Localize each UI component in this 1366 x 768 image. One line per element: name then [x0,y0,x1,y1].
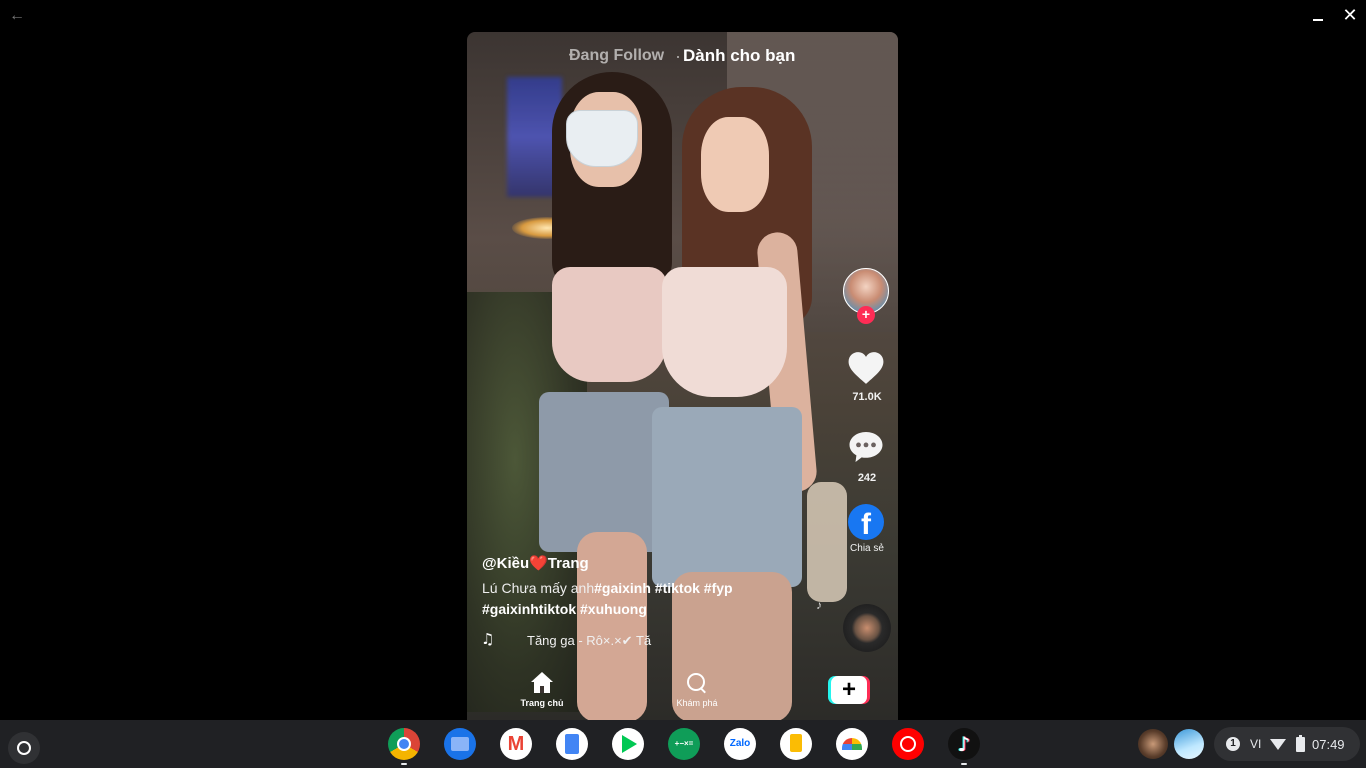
video-figure-right-top [662,267,787,397]
create-button[interactable]: + [828,676,870,704]
wifi-icon [1270,739,1286,750]
youtube-music-icon[interactable] [892,728,924,760]
minimize-icon[interactable] [1309,8,1327,26]
search-icon [686,672,708,694]
video-figure-left-shorts [539,392,669,552]
tab-for-you[interactable]: Dành cho bạn [683,46,795,66]
holding-space-thumbnail[interactable] [1138,729,1168,759]
post-caption-line1: Lú Chưa mấy anh#gaixinh #tiktok #fyp [482,580,733,596]
facebook-share-icon[interactable]: f [848,504,884,540]
video-figure-handbag [807,482,847,602]
tab-separator [677,56,679,58]
system-shelf: 1 VI 07:49 [0,720,1366,768]
follow-plus-icon[interactable]: + [857,306,875,324]
input-language: VI [1250,737,1262,751]
video-figure-left-top [552,267,667,382]
play-store-icon[interactable] [612,728,644,760]
music-note-icon: ♫ [481,630,495,648]
plus-icon: + [831,676,867,704]
window-titlebar: ← ✕ [0,0,1366,32]
comment-icon[interactable] [848,430,884,464]
chrome-icon[interactable] [388,728,420,760]
calculator-icon[interactable] [668,728,700,760]
caption-hashtags-1[interactable]: #gaixinh #tiktok #fyp [594,580,732,596]
like-count: 71.0K [852,391,882,403]
nav-explore[interactable]: Khám phá [667,672,727,716]
comment-count: 242 [857,472,877,484]
arrow-left-icon[interactable]: ← [8,7,26,25]
nav-home-label: Trang chủ [520,698,564,708]
heart-icon[interactable] [847,350,885,386]
post-caption-line2[interactable]: #gaixinhtiktok #xuhuong [482,601,647,617]
sound-disc-icon[interactable] [843,604,891,652]
status-area[interactable]: 1 VI 07:49 [1214,727,1360,761]
video-player[interactable]: Đang Follow Dành cho bạn + 71.0K 242 f C… [467,32,898,720]
video-figure-right-face [701,117,769,212]
clock: 07:49 [1312,737,1345,752]
battery-icon [1296,735,1305,752]
zalo-icon[interactable] [724,728,756,760]
close-icon[interactable]: ✕ [1340,6,1360,26]
nav-home[interactable]: Trang chủ [517,672,567,716]
video-figure-right-shorts [652,407,802,587]
notification-count-badge: 1 [1226,737,1240,751]
share-label: Chia sẻ [850,543,884,554]
photos-icon[interactable] [836,728,868,760]
bottom-nav: Trang chủ Khám phá + [467,668,898,720]
running-indicator [401,763,407,765]
feed-tabs: Đang Follow Dành cho bạn [467,44,898,68]
caption-text: Lú Chưa mấy anh [482,580,595,596]
tiktok-icon[interactable] [948,728,980,760]
docs-icon[interactable] [556,728,588,760]
gmail-icon[interactable] [500,728,532,760]
nav-explore-label: Khám phá [676,698,718,708]
holding-space-thumbnail[interactable] [1174,729,1204,759]
video-figure-left-mask [566,110,638,167]
floating-music-note-icon: ♪ [816,598,822,612]
keep-icon[interactable] [780,728,812,760]
launcher-icon[interactable] [8,732,40,764]
running-indicator [961,763,967,765]
home-icon [531,672,553,694]
sound-title[interactable]: Tăng ga - Rô×.×✔ Tă [527,633,662,649]
tab-following[interactable]: Đang Follow [569,47,664,65]
post-username[interactable]: @Kiều❤️Trang [482,554,589,572]
files-icon[interactable] [444,728,476,760]
